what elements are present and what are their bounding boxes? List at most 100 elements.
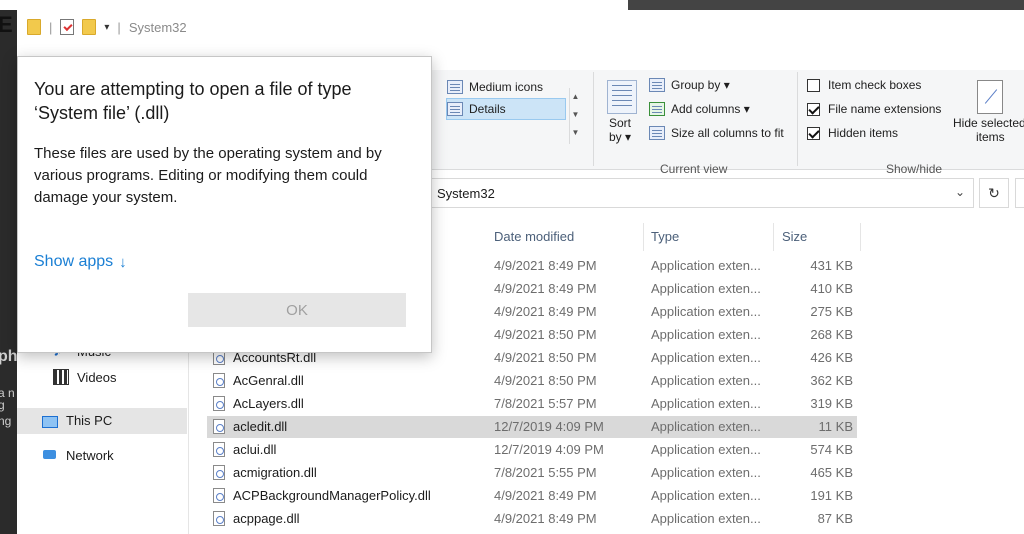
refresh-button[interactable]: ↻ bbox=[979, 178, 1009, 208]
medium-icons-icon bbox=[447, 80, 463, 94]
group-divider bbox=[593, 72, 594, 166]
separator: | bbox=[49, 19, 53, 35]
date-modified-cell: 7/8/2021 5:55 PM bbox=[494, 465, 597, 480]
table-row[interactable]: ACPBackgroundManagerPolicy.dll 4/9/2021 8… bbox=[207, 485, 857, 507]
file-name-cell: acppage.dll bbox=[213, 511, 300, 526]
title-bar: | ▾ | System32 bbox=[17, 10, 1024, 44]
dialog-message: These files are used by the operating sy… bbox=[34, 145, 382, 206]
open-file-warning-dialog: You are attempting to open a file of typ… bbox=[17, 56, 432, 353]
date-modified-cell: 4/9/2021 8:50 PM bbox=[494, 373, 597, 388]
medium-icons-button[interactable]: Medium icons bbox=[447, 80, 543, 94]
ok-button[interactable]: OK bbox=[188, 293, 406, 327]
window-title: System32 bbox=[128, 19, 187, 35]
breadcrumb-system32[interactable]: System32 bbox=[437, 186, 495, 201]
sort-by-icon[interactable] bbox=[607, 80, 637, 114]
size-all-columns-label: Size all columns to fit bbox=[671, 126, 784, 140]
column-header-size[interactable]: Size bbox=[774, 223, 861, 251]
background-fragment: ph bbox=[0, 348, 17, 365]
file-name-cell: acmigration.dll bbox=[213, 465, 317, 480]
show-apps-link[interactable]: Show apps ↓ bbox=[34, 253, 127, 271]
arrow-down-icon: ↓ bbox=[119, 253, 127, 271]
date-modified-cell: 4/9/2021 8:50 PM bbox=[494, 327, 597, 342]
dll-file-icon bbox=[213, 419, 225, 434]
date-modified-cell: 4/9/2021 8:49 PM bbox=[494, 258, 597, 273]
type-cell: Application exten... bbox=[651, 488, 761, 503]
address-bar[interactable]: › System32 ⌄ bbox=[412, 178, 974, 208]
dll-file-icon bbox=[213, 373, 225, 388]
file-name-cell: acledit.dll bbox=[213, 419, 287, 434]
table-row[interactable]: acledit.dll 12/7/2019 4:09 PM Application … bbox=[207, 416, 857, 438]
nav-item-label: This PC bbox=[66, 413, 113, 428]
table-row[interactable]: acmigration.dll 7/8/2021 5:55 PM Applicati… bbox=[207, 462, 857, 484]
file-name-extensions-checkbox[interactable] bbox=[807, 102, 820, 116]
scroll-up-icon[interactable]: ▲ bbox=[570, 88, 581, 106]
item-check-boxes-toggle[interactable]: Item check boxes bbox=[807, 78, 921, 92]
file-name-cell: ACPBackgroundManagerPolicy.dll bbox=[213, 488, 431, 503]
column-header-date-modified[interactable]: Date modified bbox=[486, 223, 644, 251]
sort-by-label-2[interactable]: by ▾ bbox=[609, 130, 631, 144]
hide-selected-items-icon[interactable] bbox=[977, 80, 1003, 114]
dll-file-icon bbox=[213, 465, 225, 480]
table-row[interactable]: aclui.dll 12/7/2019 4:09 PM Application ex… bbox=[207, 439, 857, 461]
details-button[interactable]: Details bbox=[447, 102, 506, 116]
nav-item-videos[interactable]: Videos bbox=[53, 369, 117, 385]
hidden-items-checkbox[interactable] bbox=[807, 126, 820, 140]
sort-by-label-1[interactable]: Sort bbox=[609, 116, 631, 130]
dll-file-icon bbox=[213, 396, 225, 411]
nav-item-this-pc[interactable]: This PC bbox=[42, 413, 112, 428]
background-fragment: g bbox=[0, 398, 5, 412]
hide-selected-label-2[interactable]: items bbox=[976, 130, 1005, 144]
table-row[interactable]: acppage.dll 4/9/2021 8:49 PM Application e… bbox=[207, 508, 857, 530]
dll-file-icon bbox=[213, 511, 225, 526]
search-input[interactable] bbox=[1015, 178, 1024, 208]
scroll-down-icon[interactable]: ▼ bbox=[570, 106, 581, 124]
file-name-extensions-toggle[interactable]: File name extensions bbox=[807, 102, 941, 116]
folder-icon[interactable] bbox=[27, 19, 41, 35]
date-modified-cell: 4/9/2021 8:49 PM bbox=[494, 281, 597, 296]
type-cell: Application exten... bbox=[651, 511, 761, 526]
expand-icon[interactable]: ▼ bbox=[570, 124, 581, 142]
layout-scroll[interactable]: ▲ ▼ ▼ bbox=[569, 88, 581, 144]
size-cell: 362 KB bbox=[810, 373, 853, 388]
address-history-chevron-icon[interactable]: ⌄ bbox=[955, 185, 965, 199]
new-folder-icon[interactable] bbox=[82, 19, 97, 35]
add-columns-button[interactable]: Add columns ▾ bbox=[649, 102, 750, 116]
dll-file-icon bbox=[213, 488, 225, 503]
type-cell: Application exten... bbox=[651, 373, 761, 388]
date-modified-cell: 7/8/2021 5:57 PM bbox=[494, 396, 597, 411]
customize-quick-access-icon[interactable]: ▾ bbox=[104, 22, 109, 33]
date-modified-cell: 4/9/2021 8:49 PM bbox=[494, 511, 597, 526]
computer-icon bbox=[42, 415, 58, 428]
column-header-type[interactable]: Type bbox=[643, 223, 774, 251]
hide-selected-label-1[interactable]: Hide selected bbox=[953, 116, 1024, 130]
type-cell: Application exten... bbox=[651, 327, 761, 342]
dialog-title: You are attempting to open a file of typ… bbox=[34, 79, 352, 123]
nav-item-network[interactable]: Network bbox=[42, 447, 114, 463]
size-cell: 574 KB bbox=[810, 442, 853, 457]
date-modified-cell: 4/9/2021 8:49 PM bbox=[494, 488, 597, 503]
date-modified-cell: 12/7/2019 4:09 PM bbox=[494, 419, 604, 434]
file-name-text: ACPBackgroundManagerPolicy.dll bbox=[233, 488, 431, 503]
file-name-text: acppage.dll bbox=[233, 511, 300, 526]
top-strip-dark bbox=[628, 0, 1024, 10]
hidden-items-toggle[interactable]: Hidden items bbox=[807, 126, 898, 140]
group-by-button[interactable]: Group by ▾ bbox=[649, 78, 730, 92]
size-cell: 465 KB bbox=[810, 465, 853, 480]
nav-item-label: Network bbox=[66, 447, 114, 463]
table-row[interactable]: AcGenral.dll 4/9/2021 8:50 PM Application … bbox=[207, 370, 857, 392]
details-label: Details bbox=[469, 102, 506, 116]
background-fragment: E bbox=[0, 12, 13, 37]
size-all-columns-button[interactable]: Size all columns to fit bbox=[649, 126, 784, 140]
type-cell: Application exten... bbox=[651, 304, 761, 319]
dll-file-icon bbox=[213, 442, 225, 457]
type-cell: Application exten... bbox=[651, 281, 761, 296]
item-check-boxes-checkbox[interactable] bbox=[807, 78, 820, 92]
file-explorer-window: | ▾ | System32 Medium icons Details ▲ ▼ … bbox=[17, 10, 1024, 534]
group-by-icon bbox=[649, 78, 665, 92]
type-cell: Application exten... bbox=[651, 350, 761, 365]
current-view-group-label: Current view bbox=[660, 162, 728, 176]
file-name-text: AcGenral.dll bbox=[233, 373, 304, 388]
add-columns-label: Add columns ▾ bbox=[671, 102, 750, 116]
table-row[interactable]: AcLayers.dll 7/8/2021 5:57 PM Application … bbox=[207, 393, 857, 415]
properties-icon[interactable] bbox=[60, 19, 75, 35]
